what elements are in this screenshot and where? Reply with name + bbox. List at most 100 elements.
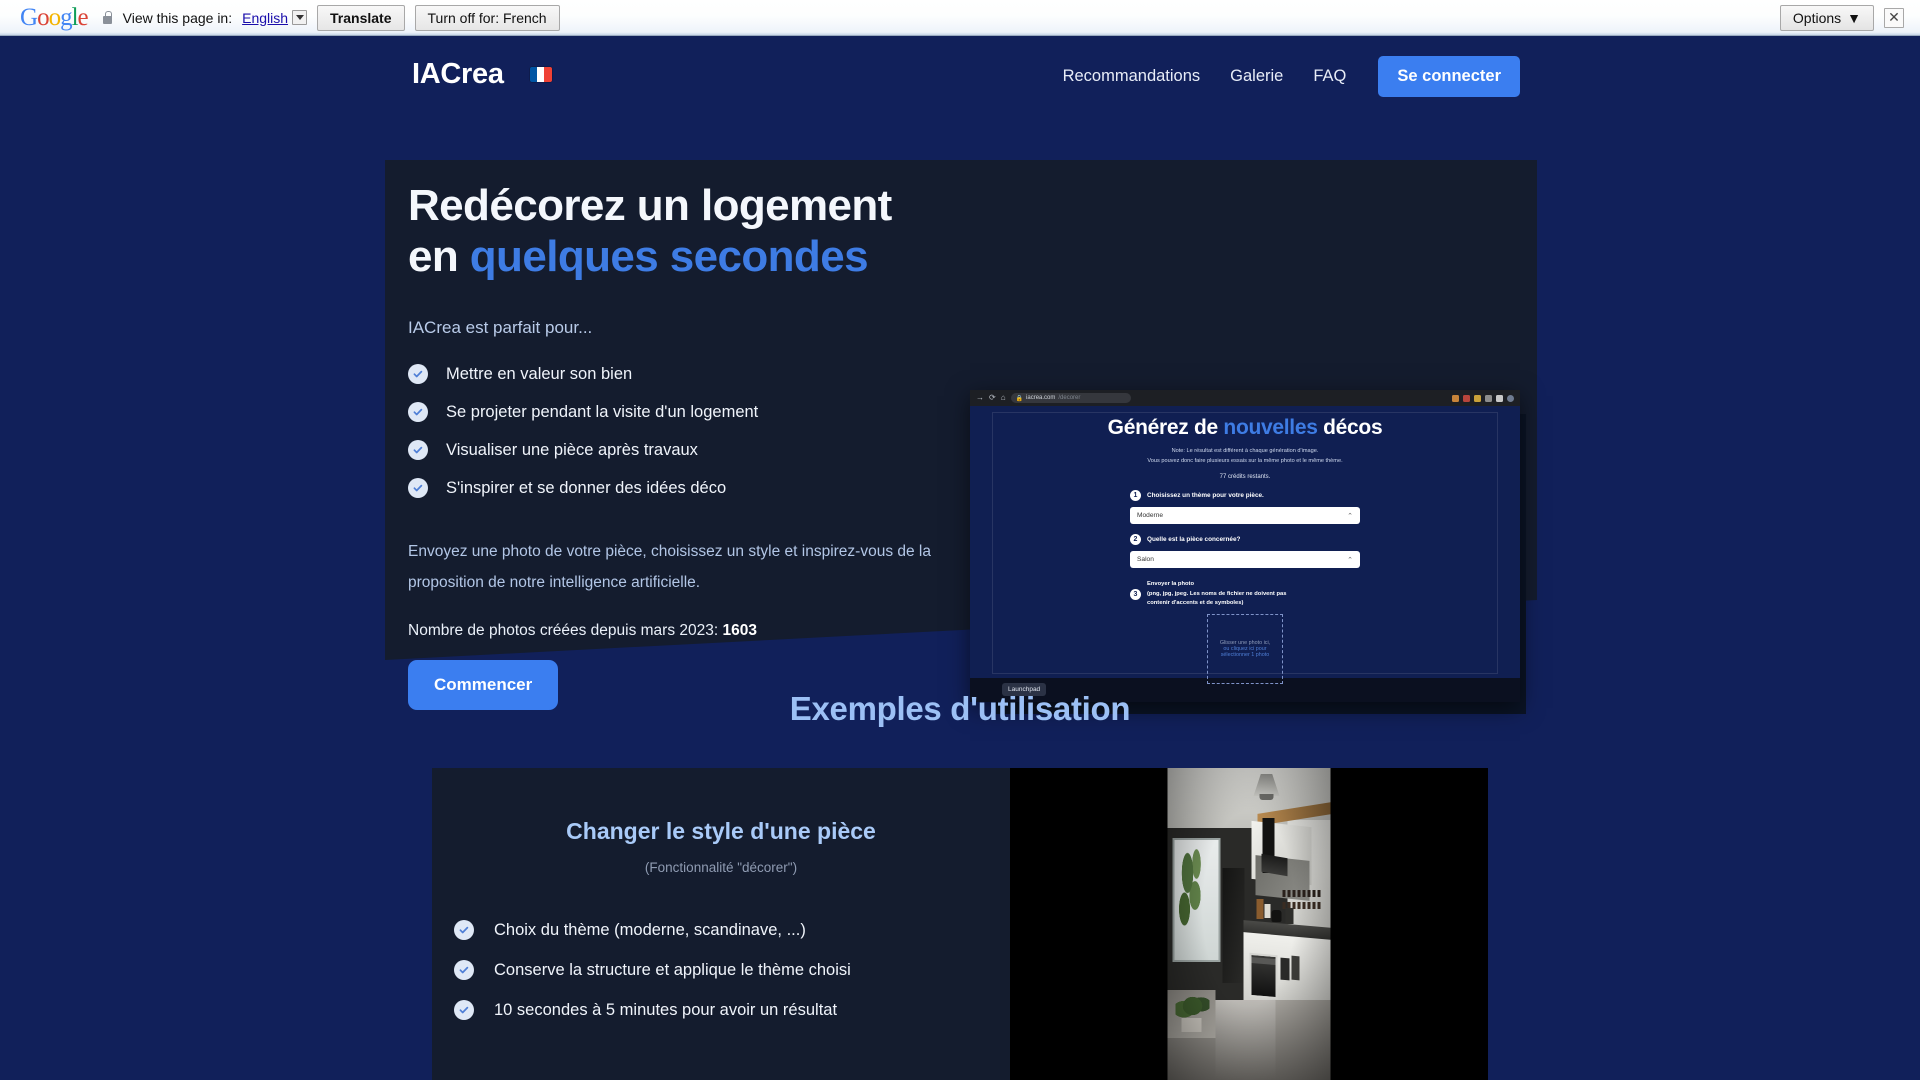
chevron-down-icon xyxy=(292,10,307,25)
example-card-decorer: Changer le style d'une pièce (Fonctionna… xyxy=(432,768,1488,1080)
check-circle-icon xyxy=(454,960,474,980)
translate-options-button[interactable]: Options ▼ xyxy=(1780,5,1874,31)
example-card-bullets: Choix du thème (moderne, scandinave, ...… xyxy=(432,920,1010,1020)
mockup-note-line2: Vous pouvez donc faire plusieurs essais … xyxy=(1147,457,1342,467)
mockup-credits: 77 crédits restants. xyxy=(1220,474,1271,480)
list-item: Choix du thème (moderne, scandinave, ...… xyxy=(454,920,1010,940)
step-2-label: Quelle est la pièce concernée? xyxy=(1147,536,1240,543)
list-item: Se projeter pendant la visite d'un logem… xyxy=(408,402,1008,422)
login-button[interactable]: Se connecter xyxy=(1378,56,1520,97)
room-select-value: Salon xyxy=(1137,556,1154,563)
translate-options-label: Options xyxy=(1793,10,1841,26)
brand-name: IACrea xyxy=(412,58,504,91)
example-card-media xyxy=(1010,768,1488,1080)
check-circle-icon xyxy=(408,440,428,460)
room-select[interactable]: Salon ⌃ xyxy=(1130,551,1360,568)
list-item-label: S'inspirer et se donner des idées déco xyxy=(446,479,726,498)
mockup-address-bar: 🔒 iacrea.com/decorer xyxy=(1011,393,1131,403)
photo-count-label: Nombre de photos créées depuis mars 2023… xyxy=(408,622,722,639)
home-icon: ⌂ xyxy=(1001,394,1006,402)
photo-count-stat: Nombre de photos créées depuis mars 2023… xyxy=(408,622,1008,640)
mockup-page-body: Générez de nouvelles décos Note: Le résu… xyxy=(970,406,1520,702)
list-item-label: 10 secondes à 5 minutes pour avoir un ré… xyxy=(494,1001,837,1020)
back-arrow-icon: → xyxy=(976,394,984,402)
flag-france-icon[interactable] xyxy=(530,67,552,82)
mockup-step-1: 1 Choisissez un thème pour votre pièce. xyxy=(1130,490,1360,501)
step-number-badge: 3 xyxy=(1130,589,1141,600)
chevron-down-icon: ▼ xyxy=(1847,10,1861,26)
language-selector-label: English xyxy=(242,10,288,26)
example-card-subtitle: (Fonctionnalité "décorer") xyxy=(432,860,1010,875)
app-screenshot-mockup: → ⟳ ⌂ 🔒 iacrea.com/decorer Générez de no… xyxy=(970,390,1520,702)
mockup-heading-suffix: décos xyxy=(1318,416,1383,439)
list-item: S'inspirer et se donner des idées déco xyxy=(408,478,1008,498)
mockup-note: Note: Le résultat est différent à chaque… xyxy=(1147,447,1342,466)
hero-description: Envoyez une photo de votre pièce, choisi… xyxy=(408,536,983,598)
mockup-note-line1: Note: Le résultat est différent à chaque… xyxy=(1147,447,1342,457)
turn-off-translation-button[interactable]: Turn off for: French xyxy=(415,5,560,31)
example-card-title: Changer le style d'une pièce xyxy=(432,818,1010,845)
theme-select-value: Moderne xyxy=(1137,512,1163,519)
google-logo: Google xyxy=(20,5,88,30)
list-item: Mettre en valeur son bien xyxy=(408,364,1008,384)
hero-title-line2-accent: quelques secondes xyxy=(470,232,868,281)
theme-select[interactable]: Moderne ⌃ xyxy=(1130,507,1360,524)
check-circle-icon xyxy=(408,402,428,422)
lock-icon: 🔒 xyxy=(1016,395,1023,402)
step-number-badge: 2 xyxy=(1130,534,1141,545)
avatar xyxy=(1507,395,1514,402)
mockup-step-3: 3 Envoyer la photo (png, jpg, jpeg. Les … xyxy=(1130,580,1360,609)
step-3-text: Envoyer la photo (png, jpg, jpeg. Les no… xyxy=(1147,580,1286,609)
step-3-line1: Envoyer la photo xyxy=(1147,581,1194,587)
check-circle-icon xyxy=(408,364,428,384)
extension-icon-4 xyxy=(1485,395,1492,402)
step-3-line2: (png, jpg, jpeg. Les noms de fichier ne … xyxy=(1147,591,1286,597)
translate-button[interactable]: Translate xyxy=(317,5,404,31)
list-item-label: Se projeter pendant la visite d'un logem… xyxy=(446,403,758,422)
list-item-label: Choix du thème (moderne, scandinave, ...… xyxy=(494,921,806,940)
brand[interactable]: IACrea xyxy=(412,58,552,91)
translate-bar-left: Google View this page in: English Transl… xyxy=(10,5,1780,31)
list-item-label: Mettre en valeur son bien xyxy=(446,365,632,384)
translate-bar-right: Options ▼ ✕ xyxy=(1780,5,1910,31)
hero-subtitle: IACrea est parfait pour... xyxy=(408,318,1008,338)
hero-content: Redécorez un logement en quelques second… xyxy=(408,180,1008,710)
hero-title-line1: Redécorez un logement xyxy=(408,181,892,230)
mockup-extension-icons xyxy=(1452,395,1514,402)
check-circle-icon xyxy=(454,920,474,940)
hero-section: Redécorez un logement en quelques second… xyxy=(0,124,1920,684)
mockup-step-2: 2 Quelle est la pièce concernée? xyxy=(1130,534,1360,545)
photo-dropzone[interactable]: Glisser une photo ici, ou cliquez ici po… xyxy=(1207,614,1283,684)
extension-icon-5 xyxy=(1496,395,1503,402)
language-selector[interactable]: English xyxy=(242,10,307,26)
mockup-heading: Générez de nouvelles décos xyxy=(1108,416,1383,440)
mockup-url-prefix: iacrea.com xyxy=(1026,395,1055,401)
google-translate-bar: Google View this page in: English Transl… xyxy=(0,0,1920,36)
hero-title-line2-prefix: en xyxy=(408,232,470,281)
reload-icon: ⟳ xyxy=(989,394,996,402)
page-title: Redécorez un logement en quelques second… xyxy=(408,180,1008,282)
list-item: Conserve la structure et applique le thè… xyxy=(454,960,1010,980)
nav-item-faq[interactable]: FAQ xyxy=(1313,67,1346,86)
nav-item-recommandations[interactable]: Recommandations xyxy=(1063,67,1201,86)
hero-benefits-list: Mettre en valeur son bien Se projeter pe… xyxy=(408,364,1008,498)
mockup-url-path: /decorer xyxy=(1058,395,1080,401)
extension-icon-2 xyxy=(1463,395,1470,402)
list-item-label: Conserve la structure et applique le thè… xyxy=(494,961,851,980)
step-1-label: Choisissez un thème pour votre pièce. xyxy=(1147,492,1264,499)
site-header xyxy=(0,36,1920,124)
step-3-line3: contenir d'accents et de symboles) xyxy=(1147,600,1243,606)
example-card-text: Changer le style d'une pièce (Fonctionna… xyxy=(432,768,1010,1080)
list-item: 10 secondes à 5 minutes pour avoir un ré… xyxy=(454,1000,1010,1020)
list-item-label: Visualiser une pièce après travaux xyxy=(446,441,698,460)
mockup-heading-accent: nouvelles xyxy=(1223,416,1317,439)
extension-icon-3 xyxy=(1474,395,1481,402)
extension-icon-1 xyxy=(1452,395,1459,402)
nav-item-galerie[interactable]: Galerie xyxy=(1230,67,1283,86)
chevron-up-icon: ⌃ xyxy=(1347,556,1353,564)
close-icon[interactable]: ✕ xyxy=(1884,8,1904,28)
check-circle-icon xyxy=(454,1000,474,1020)
dropzone-line3: sélectionner 1 photo xyxy=(1221,652,1270,658)
chevron-up-icon: ⌃ xyxy=(1347,512,1353,520)
step-number-badge: 1 xyxy=(1130,490,1141,501)
